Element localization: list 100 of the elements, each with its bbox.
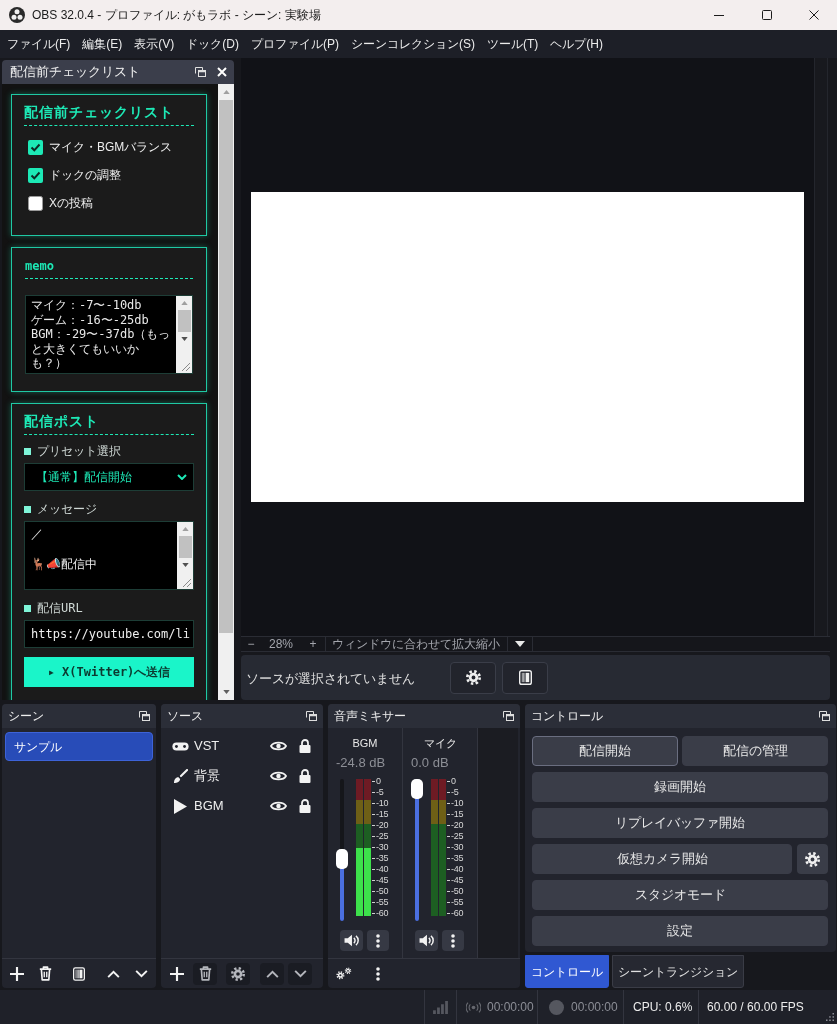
scrollbar-thumb[interactable] bbox=[178, 536, 192, 558]
dock-title: 音声ミキサー bbox=[334, 708, 406, 725]
control-button[interactable]: 配信の管理 bbox=[682, 736, 828, 766]
control-button[interactable]: 仮想カメラ開始 bbox=[532, 844, 792, 874]
eye-icon[interactable] bbox=[270, 770, 287, 782]
properties-button[interactable] bbox=[450, 661, 496, 694]
close-button[interactable] bbox=[215, 65, 229, 79]
settings-icon bbox=[465, 670, 481, 685]
control-button[interactable]: 配信開始 bbox=[532, 736, 678, 766]
more-icon bbox=[376, 966, 380, 981]
scale-label: -10 bbox=[376, 798, 389, 809]
scrollbar-thumb[interactable] bbox=[219, 100, 233, 633]
tab[interactable]: コントロール bbox=[525, 955, 609, 988]
scroll-up-icon bbox=[222, 90, 230, 94]
checkbox[interactable] bbox=[28, 139, 43, 155]
menu-item[interactable]: プロファイル(P) bbox=[245, 35, 345, 53]
chevron-down-icon bbox=[134, 969, 148, 978]
card-title: 配信前チェックリスト bbox=[24, 104, 174, 121]
menu-item[interactable]: 編集(E) bbox=[76, 35, 129, 53]
settings-icon bbox=[805, 851, 820, 867]
float-icon bbox=[194, 67, 206, 77]
zoom-out-button[interactable]: − bbox=[241, 637, 261, 651]
more-button[interactable] bbox=[442, 930, 464, 951]
gears-icon bbox=[336, 967, 352, 980]
scrollbar-thumb[interactable] bbox=[177, 310, 191, 332]
signal-bars-icon bbox=[433, 1000, 448, 1014]
menu-item[interactable]: ファイル(F) bbox=[1, 35, 77, 53]
minimize-icon bbox=[714, 14, 724, 16]
slider-thumb[interactable] bbox=[336, 849, 348, 869]
scale-label: -20 bbox=[451, 820, 464, 831]
scale-label: -45 bbox=[376, 875, 389, 886]
zoom-level: 28% bbox=[269, 637, 293, 651]
filters-button[interactable] bbox=[502, 661, 548, 694]
square-bullet-icon bbox=[24, 604, 31, 612]
volume-slider[interactable] bbox=[336, 779, 348, 921]
trash-icon bbox=[198, 966, 212, 981]
lock-icon[interactable] bbox=[299, 739, 311, 753]
volume-slider[interactable] bbox=[411, 779, 423, 921]
zoom-mode-dropdown[interactable]: ウィンドウに合わせて拡大縮小 bbox=[326, 637, 508, 651]
control-button[interactable]: スタジオモード bbox=[532, 880, 828, 910]
trash-icon bbox=[38, 966, 52, 981]
float-button[interactable] bbox=[502, 710, 514, 722]
tab[interactable]: シーントランジション bbox=[612, 955, 744, 988]
close-icon bbox=[217, 67, 227, 77]
dock-title: ソース bbox=[167, 708, 203, 725]
card-title: memo bbox=[25, 259, 54, 274]
menu-item[interactable]: ドック(D) bbox=[180, 35, 245, 53]
dock-title: シーン bbox=[8, 708, 44, 725]
menu-item[interactable]: シーンコレクション(S) bbox=[345, 35, 481, 53]
send-button[interactable]: ▸ X(Twitter)へ送信 bbox=[24, 657, 194, 687]
url-field[interactable]: https://youtube.com/li bbox=[24, 620, 194, 648]
more-button[interactable] bbox=[373, 965, 383, 982]
checkbox[interactable] bbox=[28, 167, 43, 183]
scroll-down-icon bbox=[180, 337, 188, 341]
scrollbar[interactable] bbox=[176, 296, 192, 373]
settings-button[interactable] bbox=[797, 844, 828, 874]
menu-item[interactable]: ヘルプ(H) bbox=[544, 35, 609, 53]
eye-icon[interactable] bbox=[270, 740, 287, 752]
control-button[interactable]: 録画開始 bbox=[532, 772, 828, 802]
field-label: プリセット選択 bbox=[37, 443, 121, 459]
record-time: 00:00:00 bbox=[571, 999, 618, 1016]
scale-label: -50 bbox=[376, 886, 389, 897]
chevron-up-icon bbox=[106, 969, 120, 978]
scene-item[interactable]: サンプル bbox=[5, 732, 153, 761]
slider-thumb[interactable] bbox=[411, 779, 423, 799]
chevron-down-icon bbox=[177, 474, 187, 480]
resize-grip-icon bbox=[826, 1013, 834, 1021]
float-button[interactable] bbox=[818, 710, 830, 722]
control-button[interactable]: リプレイバッファ開始 bbox=[532, 808, 828, 838]
stream-time: 00:00:00 bbox=[487, 999, 534, 1016]
source-name[interactable]: BGM bbox=[194, 796, 224, 816]
source-name[interactable]: 背景 bbox=[194, 766, 220, 786]
scale-label: -60 bbox=[376, 908, 389, 919]
lock-icon[interactable] bbox=[299, 769, 311, 783]
scale-label: -10 bbox=[451, 798, 464, 809]
scale-label: -5 bbox=[376, 787, 384, 798]
more-button[interactable] bbox=[367, 930, 389, 951]
dock-title: 配信前チェックリスト bbox=[10, 63, 140, 82]
message-field[interactable]: ／ 🦌📣配信中 bbox=[24, 521, 194, 590]
zoom-in-button[interactable]: + bbox=[301, 637, 326, 651]
memo-field[interactable]: マイク：-7〜-10db ゲーム：-16〜-25db BGM：-29〜-37db（もっと大きくてもいいかも？） bbox=[25, 295, 193, 374]
scale-label: -25 bbox=[451, 831, 464, 842]
menu-item[interactable]: 表示(V) bbox=[128, 35, 181, 53]
float-button[interactable] bbox=[138, 710, 150, 722]
scrollbar[interactable] bbox=[177, 522, 193, 589]
scroll-up-icon bbox=[181, 527, 189, 531]
eye-icon[interactable] bbox=[270, 800, 287, 812]
float-button[interactable] bbox=[305, 710, 317, 722]
no-source-message: ソースが選択されていません bbox=[246, 670, 415, 686]
lock-icon[interactable] bbox=[299, 799, 311, 813]
scrollbar[interactable] bbox=[218, 84, 234, 700]
advanced-audio-button[interactable] bbox=[335, 965, 353, 982]
source-name[interactable]: VST bbox=[194, 736, 220, 756]
menu-item[interactable]: ツール(T) bbox=[481, 35, 545, 53]
scale-label: -55 bbox=[451, 897, 464, 908]
float-button[interactable] bbox=[193, 65, 207, 79]
preset-dropdown[interactable]: 【通常】配信開始 bbox=[24, 463, 194, 491]
checkbox[interactable] bbox=[28, 195, 43, 211]
more-icon bbox=[451, 933, 455, 948]
control-button[interactable]: 設定 bbox=[532, 916, 828, 946]
